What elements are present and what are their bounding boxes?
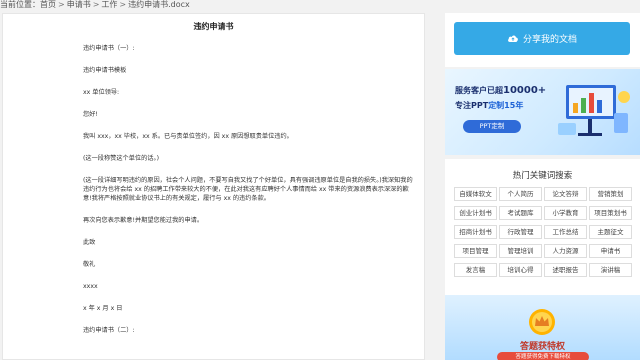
share-panel: 分享我的文档 <box>445 13 640 67</box>
crown-badge-icon <box>529 309 555 335</box>
keyword-tag[interactable]: 自媒体软文 <box>454 187 497 201</box>
quiz-privilege-banner[interactable]: 答题获特权 答题获得免费下载特权 <box>445 295 640 360</box>
keyword-tag[interactable]: 创业计划书 <box>454 206 497 220</box>
breadcrumb-current-file: 违约申请书.docx <box>128 0 190 9</box>
document-line: 再次向您表示歉意!并期望您能过我的申请。 <box>83 217 204 224</box>
breadcrumb: 当前位置：首页 > 申请书 > 工作 > 违约申请书.docx <box>0 0 190 12</box>
breadcrumb-separator: > <box>119 0 127 9</box>
document-title: 违约申请书 <box>193 22 234 31</box>
document-line: 违约申请书（一）: <box>83 45 135 52</box>
document-line: xxxx <box>83 283 98 290</box>
breadcrumb-separator: > <box>92 0 100 9</box>
document-line: x 年 x 月 x 日 <box>83 305 123 312</box>
banner-headline: 服务客户已超10000+ <box>455 85 546 96</box>
banner-headline-text: 服务客户已超 <box>455 86 503 95</box>
banner-subline-text: 专注PPT <box>455 101 489 110</box>
keyword-tag[interactable]: 管理培训 <box>499 244 542 258</box>
breadcrumb-separator: > <box>58 0 65 9</box>
keyword-tag[interactable]: 发言稿 <box>454 263 497 277</box>
share-button-label: 分享我的文档 <box>522 35 577 45</box>
document-line: 我叫 xxx，xx 毕校，xx 系。已与贵单位签约，因 xx 原因想取贵单位违约… <box>83 133 293 140</box>
breadcrumb-prefix: 当前位置： <box>0 0 40 9</box>
keyword-tag[interactable]: 培训心得 <box>499 263 542 277</box>
keyword-tag[interactable]: 人力资源 <box>544 244 587 258</box>
document-line: (这一段称赞这个单位的话。) <box>83 155 159 162</box>
keyword-tag[interactable]: 招商计划书 <box>454 225 497 239</box>
keyword-tag[interactable]: 项目管理 <box>454 244 497 258</box>
document-preview: 违约申请书 违约申请书（一）: 违约申请书模板 xx 单位领导: 您好! 我叫 … <box>2 13 425 360</box>
quiz-banner-title: 答题获特权 <box>519 342 565 352</box>
banner-headline-number: 10000+ <box>503 85 547 96</box>
share-document-button[interactable]: 分享我的文档 <box>454 22 630 55</box>
keyword-tag[interactable]: 演讲稿 <box>589 263 632 277</box>
document-line: 您好! <box>83 111 98 118</box>
breadcrumb-home-link[interactable]: 首页 <box>40 0 56 9</box>
document-line: xx 单位领导: <box>83 89 120 96</box>
document-line: 违约申请书模板 <box>83 67 127 74</box>
document-body: 违约申请书（一）: 违约申请书模板 xx 单位领导: 您好! 我叫 xxx，xx… <box>83 44 413 335</box>
keyword-tag[interactable]: 个人简历 <box>499 187 542 201</box>
keyword-tag[interactable]: 小学教育 <box>544 206 587 220</box>
sidebar: 分享我的文档 服务客户已超10000+ 专注PPT定制15年 PPT定制 热门关… <box>445 13 640 360</box>
ppt-custom-button[interactable]: PPT定制 <box>463 120 521 133</box>
quiz-banner-subtitle: 答题获得免费下载特权 <box>497 352 589 360</box>
presentation-illustration-icon <box>558 85 630 136</box>
keyword-tag[interactable]: 营销策划 <box>589 187 632 201</box>
keyword-tag[interactable]: 行政管理 <box>499 225 542 239</box>
hot-keywords-panel: 热门关键词搜索 自媒体软文 个人简历 论文答辩 营销策划 创业计划书 考试题库 … <box>445 159 640 297</box>
breadcrumb-subcategory-link[interactable]: 工作 <box>101 0 117 9</box>
document-line: 违约申请书（二）: <box>83 327 135 334</box>
keyword-tag[interactable]: 工作总结 <box>544 225 587 239</box>
keyword-tag[interactable]: 论文答辩 <box>544 187 587 201</box>
banner-subline-accent: 定制15年 <box>488 101 524 110</box>
keyword-tag[interactable]: 申请书 <box>589 244 632 258</box>
document-line: 此致 <box>83 239 96 246</box>
banner-subline: 专注PPT定制15年 <box>455 100 523 111</box>
ppt-custom-banner[interactable]: 服务客户已超10000+ 专注PPT定制15年 PPT定制 <box>445 69 640 155</box>
document-line: 敬礼 <box>83 261 96 268</box>
keyword-tag[interactable]: 考试题库 <box>499 206 542 220</box>
keyword-tag[interactable]: 项目策划书 <box>589 206 632 220</box>
keyword-tag[interactable]: 主题征文 <box>589 225 632 239</box>
cloud-upload-icon <box>508 35 518 42</box>
document-paragraph: (这一段详细写明违约的原因，社会个人问题，不要写自我又找了个好单位，具有强调违原… <box>83 177 413 202</box>
hot-keywords-title: 热门关键词搜索 <box>512 171 573 181</box>
keyword-tag[interactable]: 述职报告 <box>544 263 587 277</box>
breadcrumb-category-link[interactable]: 申请书 <box>67 0 91 9</box>
keyword-grid: 自媒体软文 个人简历 论文答辩 营销策划 创业计划书 考试题库 小学教育 项目策… <box>454 187 632 277</box>
